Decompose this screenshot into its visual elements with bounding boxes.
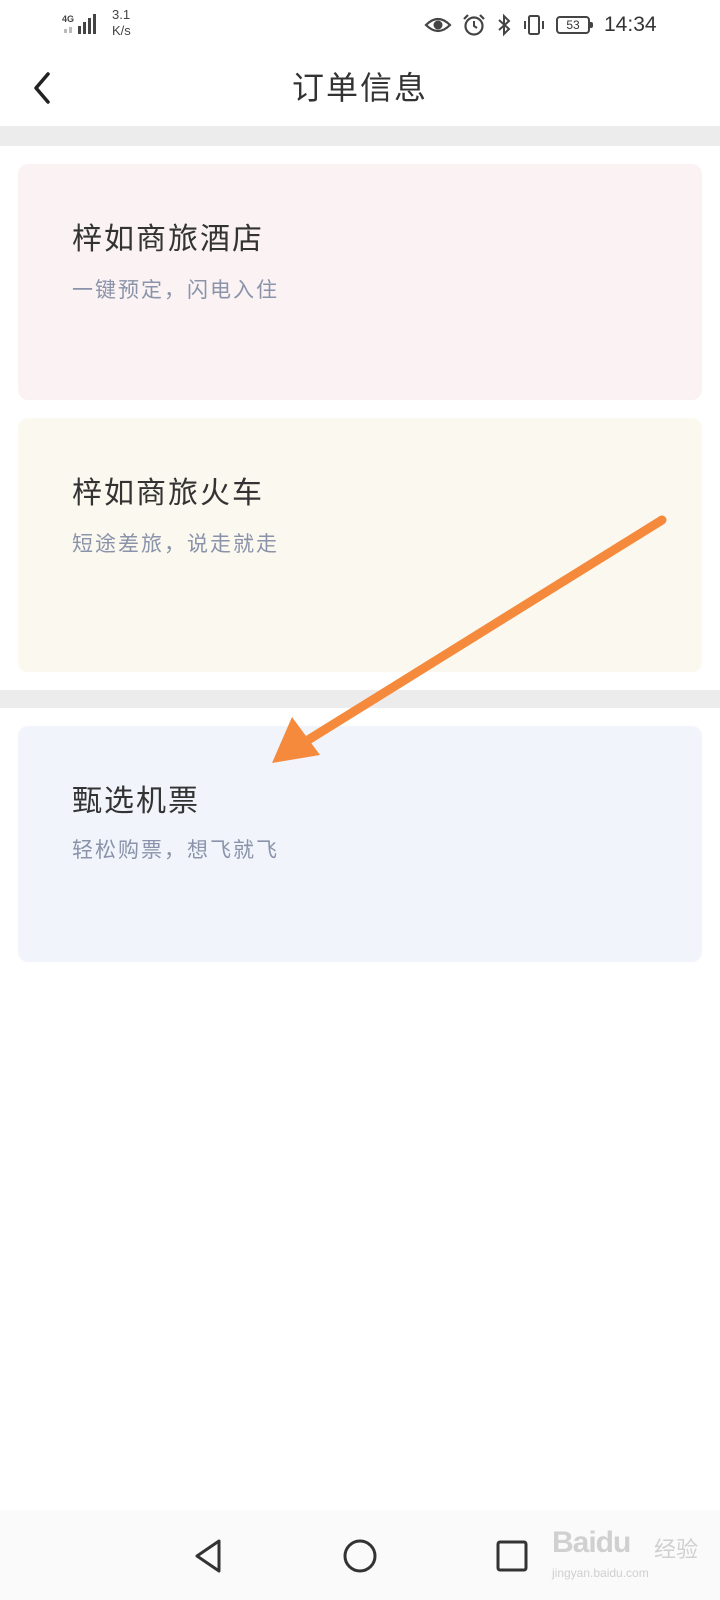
- square-recent-icon: [496, 1540, 528, 1572]
- alarm-icon: [463, 14, 485, 36]
- bluetooth-icon: [498, 13, 511, 37]
- flight-service-card[interactable]: 甄选机票 轻松购票，想飞就飞: [18, 726, 702, 962]
- vibrate-icon: [524, 15, 544, 35]
- card-subtitle: 短途差旅，说走就走: [72, 532, 279, 556]
- signal-4g-icon: 4G: [62, 14, 96, 34]
- clock: 14:34: [604, 13, 657, 36]
- app-header: 订单信息: [0, 50, 720, 126]
- watermark-url: jingyan.baidu.com: [552, 1566, 649, 1580]
- card-title: 梓如商旅火车: [72, 476, 264, 511]
- triangle-back-icon: [195, 1539, 221, 1573]
- page-title: 订单信息: [291, 69, 428, 107]
- section-divider: [0, 690, 720, 708]
- baidu-jingyan-watermark: Baidu 经验 jingyan.baidu.com: [552, 1520, 712, 1590]
- eye-icon: [424, 17, 452, 33]
- card-title: 甄选机票: [72, 784, 200, 819]
- svg-text:4G: 4G: [62, 14, 74, 24]
- circle-home-icon: [343, 1539, 377, 1573]
- nav-recent-button[interactable]: [490, 1534, 534, 1578]
- speed-unit: K/s: [112, 23, 131, 38]
- network-speed: 3.1 K/s: [112, 7, 131, 39]
- battery-level: 53: [566, 18, 580, 32]
- train-service-card[interactable]: 梓如商旅火车 短途差旅，说走就走: [18, 418, 702, 672]
- watermark-brand: Baidu: [552, 1526, 631, 1559]
- speed-value: 3.1: [112, 7, 131, 22]
- nav-back-button[interactable]: [186, 1534, 230, 1578]
- status-icons: 53 14:34: [424, 12, 657, 38]
- card-subtitle: 轻松购票，想飞就飞: [72, 838, 279, 862]
- watermark-suffix: 经验: [654, 1538, 699, 1563]
- card-title: 梓如商旅酒店: [72, 222, 264, 257]
- hotel-service-card[interactable]: 梓如商旅酒店 一键预定，闪电入住: [18, 164, 702, 400]
- section-divider: [0, 126, 720, 146]
- status-bar: 4G 3.1 K/s 53 14:34: [0, 0, 720, 50]
- nav-home-button[interactable]: [338, 1534, 382, 1578]
- screen: 4G 3.1 K/s 53 14:34 订单信息 梓如商旅酒店 一键预定，闪电入…: [0, 0, 720, 1600]
- battery-icon: 53: [556, 16, 593, 34]
- card-subtitle: 一键预定，闪电入住: [72, 278, 279, 302]
